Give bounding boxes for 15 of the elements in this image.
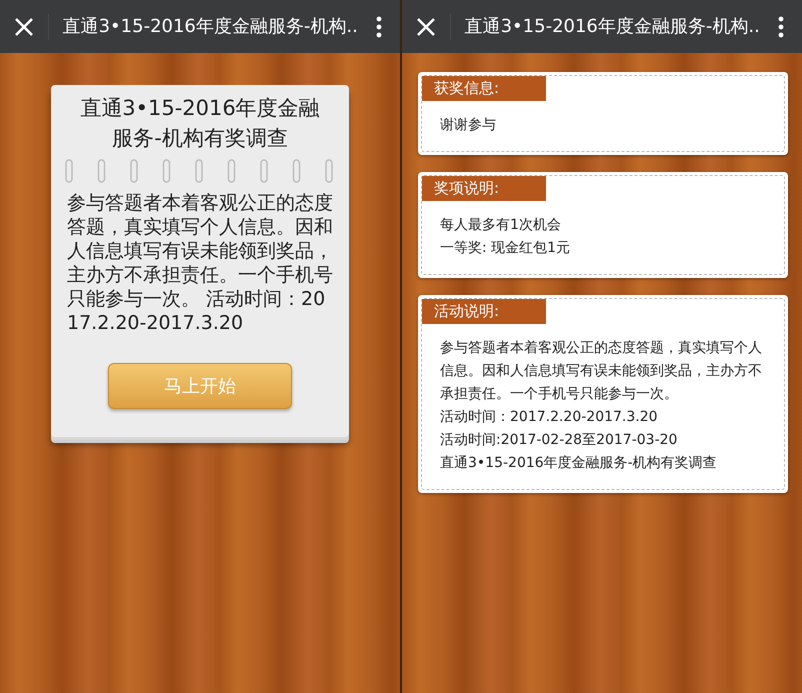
- page-title: 直通3•15-2016年度金融服务-机构..: [464, 15, 760, 39]
- section-text: 活动时间:2017-02-28至2017-03-20: [440, 431, 678, 450]
- start-button[interactable]: 马上开始: [108, 363, 292, 409]
- section-label: 奖项说明:: [422, 176, 546, 201]
- section-text: 一等奖: 现金红包1元: [440, 239, 572, 258]
- section-text: 参与答题者本着客观公正的态度答题，真实填写个人信息。因和人信息填写有误未能领到奖品，主办方不承担责任。一个手机号只能参与一次。: [440, 339, 763, 404]
- section-text: 直通3•15-2016年度金融服务-机构有奖调查: [440, 454, 718, 473]
- card-description: 参与答题者本着客观公正的态度答题，真实填写个人信息。因和人信息填写有误未能领到奖品，主办方不承担责任。一个手机号只能参与一次。 活动时间：2017.2.20-2017.3.20: [66, 191, 334, 335]
- section-label: 获奖信息:: [422, 76, 546, 101]
- section-text: 活动时间：2017.2.20-2017.3.20: [440, 408, 659, 427]
- section-label: 活动说明:: [422, 299, 546, 324]
- card-title: 直通3•15-2016年度金融服务-机构有奖调查: [79, 95, 321, 152]
- section-text: 谢谢参与: [440, 116, 497, 135]
- section-text: 每人最多有1次机会: [440, 216, 562, 235]
- page-title: 直通3•15-2016年度金融服务-机构..: [62, 15, 358, 39]
